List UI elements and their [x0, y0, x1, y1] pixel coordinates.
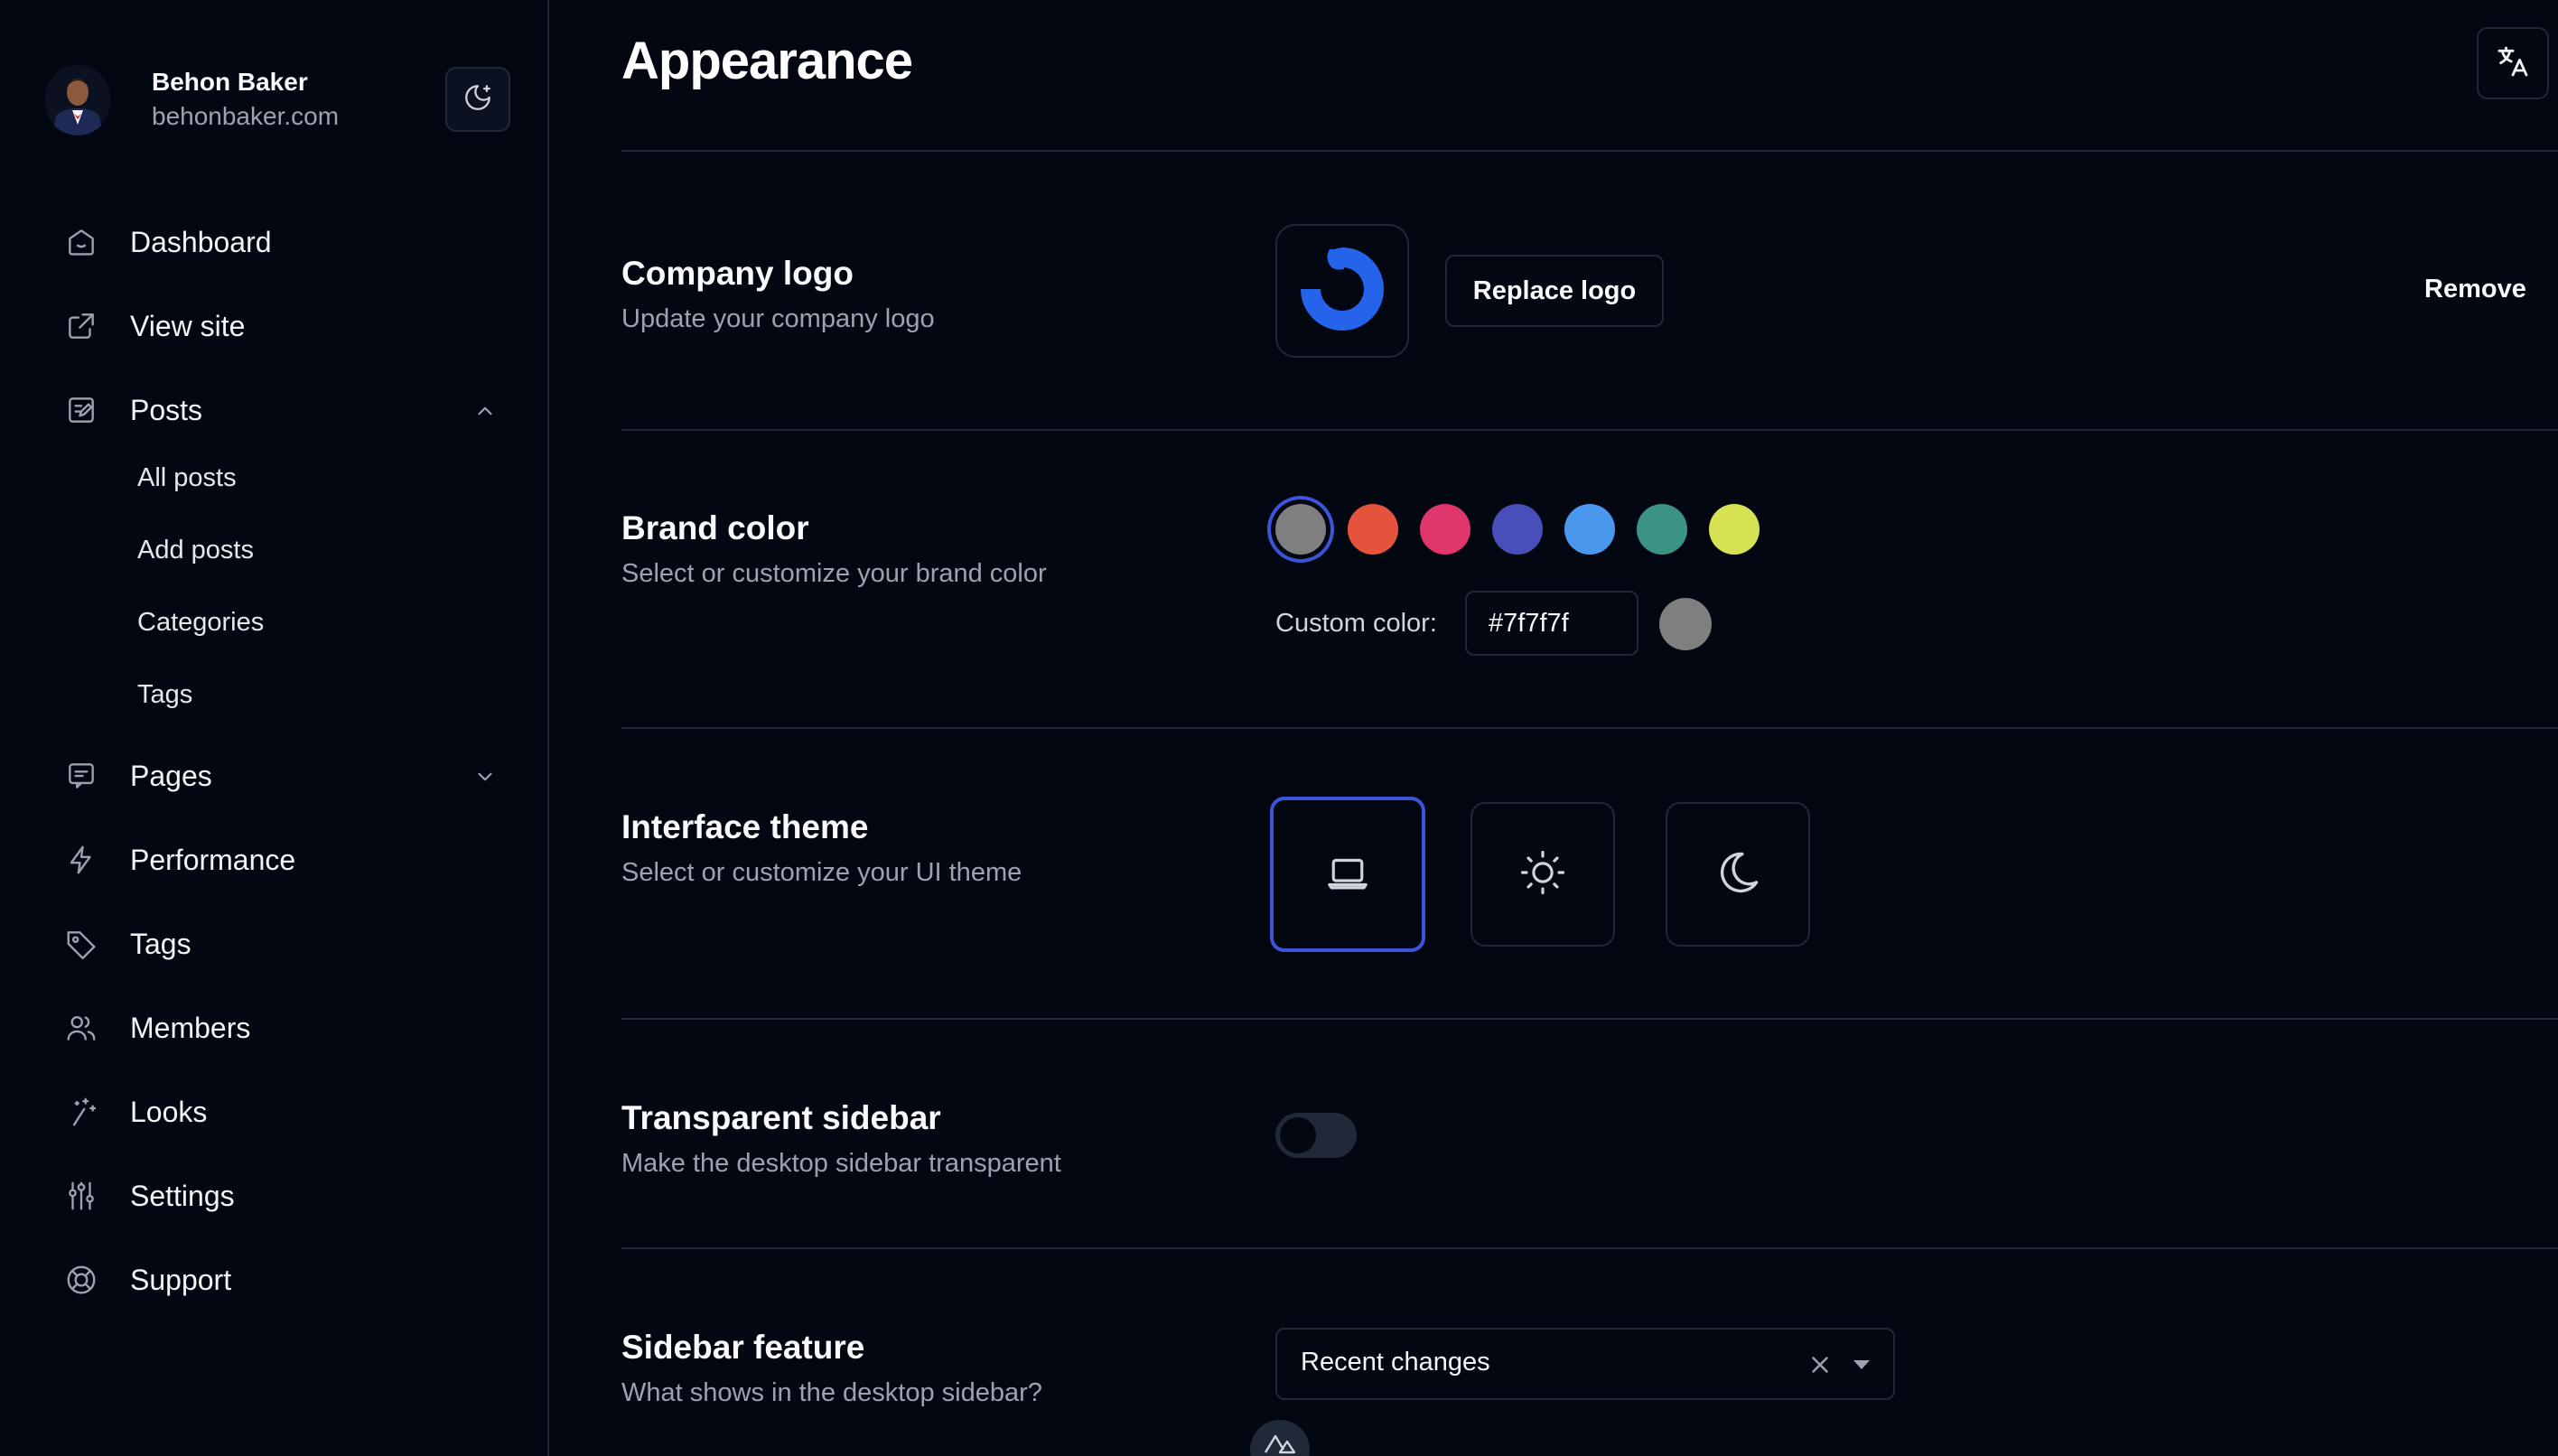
section-desc-feature: What shows in the desktop sidebar?	[621, 1378, 1042, 1407]
sidebar-item-label: Performance	[130, 843, 296, 876]
moon-icon	[1712, 846, 1764, 903]
sidebar-item-pages[interactable]: Pages	[63, 749, 497, 803]
remove-logo-button[interactable]: Remove	[2424, 275, 2526, 304]
users-icon	[63, 1010, 99, 1046]
company-logo-icon	[1297, 244, 1387, 339]
lifebuoy-icon	[63, 1262, 99, 1298]
moon-star-icon	[462, 82, 493, 117]
section-desc-theme: Select or customize your UI theme	[621, 858, 1022, 887]
brand-color-swatch[interactable]	[1275, 504, 1326, 555]
sidebar-item-label: View site	[130, 309, 246, 342]
brand-color-swatch[interactable]	[1492, 504, 1543, 555]
divider	[621, 150, 2558, 152]
sidebar-item-label: Dashboard	[130, 225, 272, 258]
chevron-down-icon[interactable]	[473, 765, 497, 793]
theme-toggle-button[interactable]	[445, 67, 510, 132]
main-content: Appearance Company logo Update your comp…	[551, 0, 2558, 1456]
replace-logo-button[interactable]: Replace logo	[1445, 255, 1664, 327]
theme-option-dark[interactable]	[1666, 802, 1810, 947]
brand-color-swatch[interactable]	[1564, 504, 1615, 555]
brand-color-swatch[interactable]	[1709, 504, 1760, 555]
divider	[621, 1018, 2558, 1020]
translate-icon	[2495, 43, 2531, 84]
brand-color-swatch[interactable]	[1348, 504, 1398, 555]
custom-color-label: Custom color:	[1275, 609, 1437, 638]
pages-icon	[63, 758, 99, 794]
sidebar-item-label: Members	[130, 1011, 251, 1044]
brand-color-swatch[interactable]	[1637, 504, 1687, 555]
custom-color-input[interactable]: #7f7f7f	[1465, 591, 1638, 656]
page-title: Appearance	[621, 32, 913, 90]
sparkle-wand-icon	[63, 1094, 99, 1130]
caret-down-icon[interactable]	[1852, 1358, 1872, 1376]
sidebar-subitem-all-posts[interactable]: All posts	[137, 458, 237, 498]
select-value: Recent changes	[1301, 1348, 1490, 1377]
divider	[621, 727, 2558, 729]
company-logo-preview	[1275, 224, 1409, 358]
external-link-icon	[63, 308, 99, 344]
chevron-up-icon[interactable]	[473, 399, 497, 427]
sidebar-item-posts[interactable]: Posts	[63, 383, 497, 437]
sidebar-item-tags[interactable]: Tags	[63, 917, 497, 971]
sidebar-item-performance[interactable]: Performance	[63, 833, 497, 887]
sidebar-item-looks[interactable]: Looks	[63, 1085, 497, 1139]
tag-icon	[63, 926, 99, 962]
user-profile[interactable]: Behon Baker behonbaker.com	[45, 65, 339, 135]
section-title-logo: Company logo	[621, 255, 854, 292]
bolt-icon	[63, 842, 99, 878]
laptop-icon	[1323, 848, 1372, 901]
sidebar-item-support[interactable]: Support	[63, 1253, 497, 1307]
sidebar-subitem-tags[interactable]: Tags	[137, 675, 192, 714]
divider	[621, 429, 2558, 431]
sidebar-item-dashboard[interactable]: Dashboard	[63, 215, 497, 269]
section-desc-logo: Update your company logo	[621, 304, 935, 333]
section-desc-transparent: Make the desktop sidebar transparent	[621, 1149, 1061, 1178]
sidebar-item-settings[interactable]: Settings	[63, 1169, 497, 1223]
edit-icon	[63, 392, 99, 428]
sidebar-item-members[interactable]: Members	[63, 1001, 497, 1055]
sidebar-subitem-categories[interactable]: Categories	[137, 602, 264, 642]
sidebar-item-label: Tags	[130, 927, 191, 960]
sidebar-item-label: Settings	[130, 1179, 235, 1212]
avatar	[45, 65, 110, 135]
sidebar: Behon Baker behonbaker.com Dashboard Vie…	[0, 0, 549, 1456]
mountain-logo-icon	[1264, 1433, 1296, 1456]
section-title-transparent: Transparent sidebar	[621, 1099, 941, 1136]
sun-icon	[1518, 848, 1567, 901]
toggle-knob	[1280, 1117, 1316, 1153]
transparent-sidebar-toggle[interactable]	[1275, 1113, 1357, 1158]
section-title-feature: Sidebar feature	[621, 1329, 865, 1366]
clear-icon[interactable]	[1806, 1351, 1834, 1383]
section-title-brand: Brand color	[621, 509, 809, 546]
sidebar-item-view-site[interactable]: View site	[63, 299, 497, 353]
translate-button[interactable]	[2477, 27, 2549, 99]
user-site: behonbaker.com	[152, 102, 340, 130]
brand-color-swatch[interactable]	[1420, 504, 1470, 555]
sidebar-feature-select[interactable]: Recent changes	[1275, 1328, 1895, 1400]
sidebar-item-label: Looks	[130, 1095, 208, 1128]
custom-color-preview[interactable]	[1659, 598, 1712, 650]
section-desc-brand: Select or customize your brand color	[621, 559, 1047, 588]
sliders-icon	[63, 1178, 99, 1214]
sidebar-subitem-add-posts[interactable]: Add posts	[137, 530, 254, 570]
sidebar-item-label: Pages	[130, 759, 212, 792]
sidebar-item-label: Posts	[130, 393, 203, 426]
floating-nuxt-button[interactable]	[1250, 1420, 1310, 1456]
sidebar-item-label: Support	[130, 1263, 232, 1296]
user-name: Behon Baker	[152, 68, 308, 96]
section-title-theme: Interface theme	[621, 808, 869, 845]
divider	[621, 1247, 2558, 1249]
theme-option-light[interactable]	[1470, 802, 1615, 947]
home-icon	[63, 224, 99, 260]
theme-option-system[interactable]	[1270, 797, 1425, 952]
